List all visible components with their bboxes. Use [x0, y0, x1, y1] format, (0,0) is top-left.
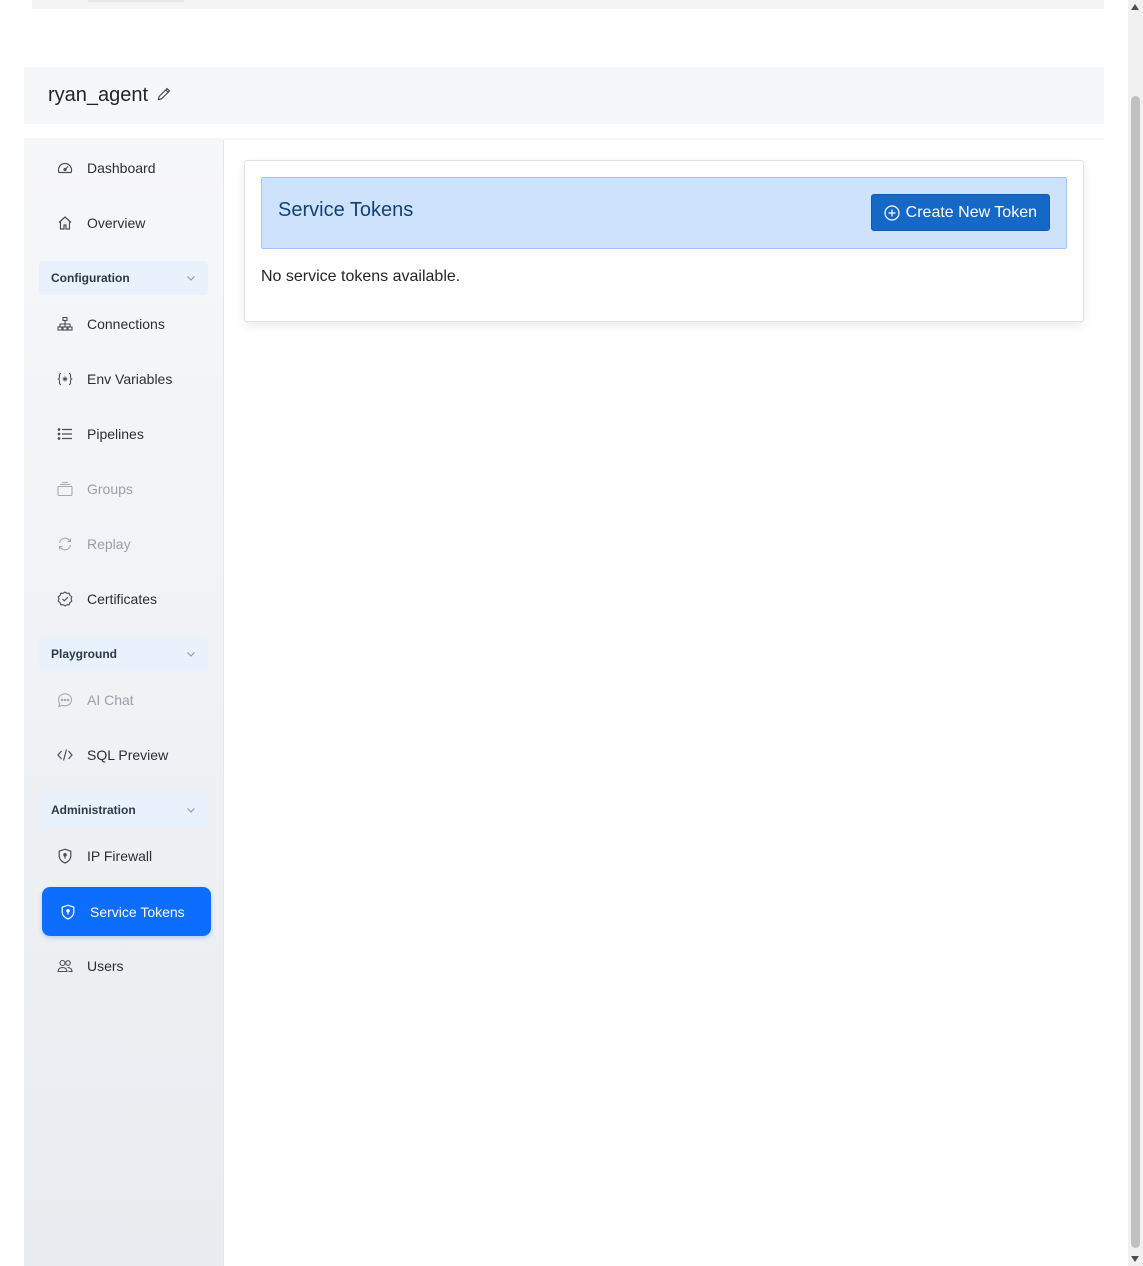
sidebar-item-ip-firewall[interactable]: IP Firewall [42, 834, 211, 878]
people-icon [57, 958, 73, 974]
sidebar-item-label: Pipelines [87, 426, 144, 442]
sidebar-item-connections[interactable]: Connections [42, 302, 211, 346]
sidebar-item-label: Users [87, 958, 124, 974]
vertical-scrollbar[interactable] [1128, 0, 1143, 1266]
sidebar-item-label: Overview [87, 215, 146, 231]
sidebar-item-label: AI Chat [87, 692, 134, 708]
pencil-icon[interactable] [157, 87, 171, 101]
card-header: Service Tokens Create New Token [261, 177, 1067, 249]
sidebar-item-label: Env Variables [87, 371, 173, 387]
sidebar-item-overview[interactable]: Overview [42, 201, 211, 245]
scroll-up-arrow[interactable] [1131, 4, 1139, 10]
sidebar-item-label: Groups [87, 481, 133, 497]
sidebar-item-label: SQL Preview [87, 747, 169, 763]
sidebar-item-label: Connections [87, 316, 165, 332]
chat-dots-icon [57, 692, 73, 708]
sidebar-item-label: Replay [87, 536, 131, 552]
braces-asterisk-icon [57, 371, 73, 387]
sidebar-item-env-variables[interactable]: Env Variables [42, 357, 211, 401]
home-icon [57, 215, 73, 231]
chevron-down-icon [186, 649, 196, 659]
sidebar-item-dashboard[interactable]: Dashboard [42, 146, 211, 190]
sidebar-item-label: IP Firewall [87, 848, 153, 864]
section-configuration[interactable]: Configuration [39, 261, 208, 295]
shield-lock-icon [60, 904, 76, 920]
chevron-down-icon [186, 273, 196, 283]
sidebar-item-pipelines[interactable]: Pipelines [42, 412, 211, 456]
list-icon [57, 426, 73, 442]
sidebar-item-label: Certificates [87, 591, 158, 607]
section-label: Administration [51, 803, 136, 817]
page-header: ryan_agent [24, 67, 1104, 124]
sidebar-item-users[interactable]: Users [42, 944, 211, 988]
patch-check-icon [57, 591, 73, 607]
sidebar-item-groups: Groups [42, 467, 211, 511]
empty-message: No service tokens available. [261, 268, 461, 285]
section-label: Configuration [51, 271, 130, 285]
sidebar-item-sql-preview[interactable]: SQL Preview [42, 733, 211, 777]
create-button-label: Create New Token [905, 203, 1037, 221]
create-new-token-button[interactable]: Create New Token [870, 194, 1050, 231]
sidebar: Dashboard Overview Configuration Connect… [24, 140, 224, 1266]
sidebar-item-ai-chat: AI Chat [42, 678, 211, 722]
section-administration[interactable]: Administration [39, 793, 208, 827]
scroll-thumb[interactable] [1131, 96, 1140, 1248]
diagram-icon [57, 316, 73, 332]
scroll-down-arrow[interactable] [1131, 1256, 1139, 1262]
section-playground[interactable]: Playground [39, 637, 208, 671]
top-strip [32, 0, 1104, 9]
chevron-down-icon [186, 805, 196, 815]
refresh-icon [57, 536, 73, 552]
section-label: Playground [51, 647, 118, 661]
service-tokens-card: Service Tokens Create New Token No servi… [244, 160, 1084, 322]
page-title: ryan_agent [48, 84, 149, 106]
speedometer-icon [57, 160, 73, 176]
sidebar-item-label: Service Tokens [90, 903, 185, 920]
plus-circle-icon [884, 204, 900, 221]
collection-icon [57, 481, 73, 497]
shield-icon [57, 848, 73, 864]
sidebar-item-certificates[interactable]: Certificates [42, 577, 211, 621]
sidebar-item-replay: Replay [42, 522, 211, 566]
tab-hint [88, 0, 184, 2]
sidebar-item-label: Dashboard [87, 160, 156, 176]
code-slash-icon [57, 747, 73, 763]
card-title: Service Tokens [278, 199, 414, 221]
sidebar-item-service-tokens[interactable]: Service Tokens [42, 887, 211, 936]
